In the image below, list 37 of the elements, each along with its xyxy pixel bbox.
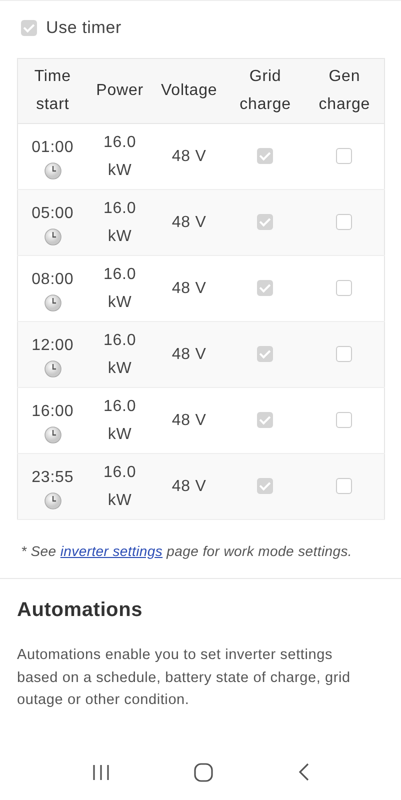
column-header: Time start — [33, 67, 72, 115]
back-icon[interactable] — [298, 763, 309, 781]
power-value: 16.0 kW — [102, 462, 138, 510]
time-value: 23:55 — [30, 468, 75, 488]
time-value: 16:00 — [30, 402, 75, 422]
section-title: Automations — [17, 599, 144, 622]
clock-icon[interactable] — [44, 360, 62, 378]
power-value: 16.0 kW — [102, 330, 138, 378]
time-value: 08:00 — [30, 270, 75, 290]
checkbox-label: Use timer — [46, 18, 122, 38]
voltage-value: 48 V — [172, 346, 206, 362]
clock-icon[interactable] — [44, 426, 62, 444]
time-value: 05:00 — [30, 204, 75, 224]
voltage-value: 48 V — [172, 214, 206, 230]
time-value: 01:00 — [30, 138, 75, 158]
time-value: 12:00 — [30, 336, 75, 356]
power-value: 16.0 kW — [102, 198, 138, 246]
clock-icon[interactable] — [44, 492, 62, 510]
power-value: 16.0 kW — [102, 264, 138, 312]
section-description: Automations enable you to set inverter settings based on a schedule, battery state of charge, grid outage or other condition. — [17, 646, 352, 710]
column-header: Voltage — [160, 81, 218, 101]
settings-link[interactable]: inverter settings — [60, 543, 163, 559]
voltage-value: 48 V — [172, 280, 206, 296]
voltage-value: 48 V — [172, 148, 206, 164]
column-header: Gen charge — [318, 67, 372, 115]
clock-icon[interactable] — [44, 228, 62, 246]
recent-apps-icon[interactable] — [92, 764, 110, 780]
footnote: * See inverter settings page for work mode settings. — [21, 543, 354, 559]
voltage-value: 48 V — [172, 478, 206, 494]
power-value: 16.0 kW — [102, 396, 138, 444]
voltage-value: 48 V — [172, 412, 206, 428]
clock-icon[interactable] — [44, 294, 62, 312]
clock-icon[interactable] — [44, 162, 62, 180]
column-header: Power — [96, 81, 144, 101]
home-icon[interactable] — [194, 762, 214, 782]
power-value: 16.0 kW — [102, 132, 138, 180]
column-header: Grid charge — [238, 67, 292, 115]
